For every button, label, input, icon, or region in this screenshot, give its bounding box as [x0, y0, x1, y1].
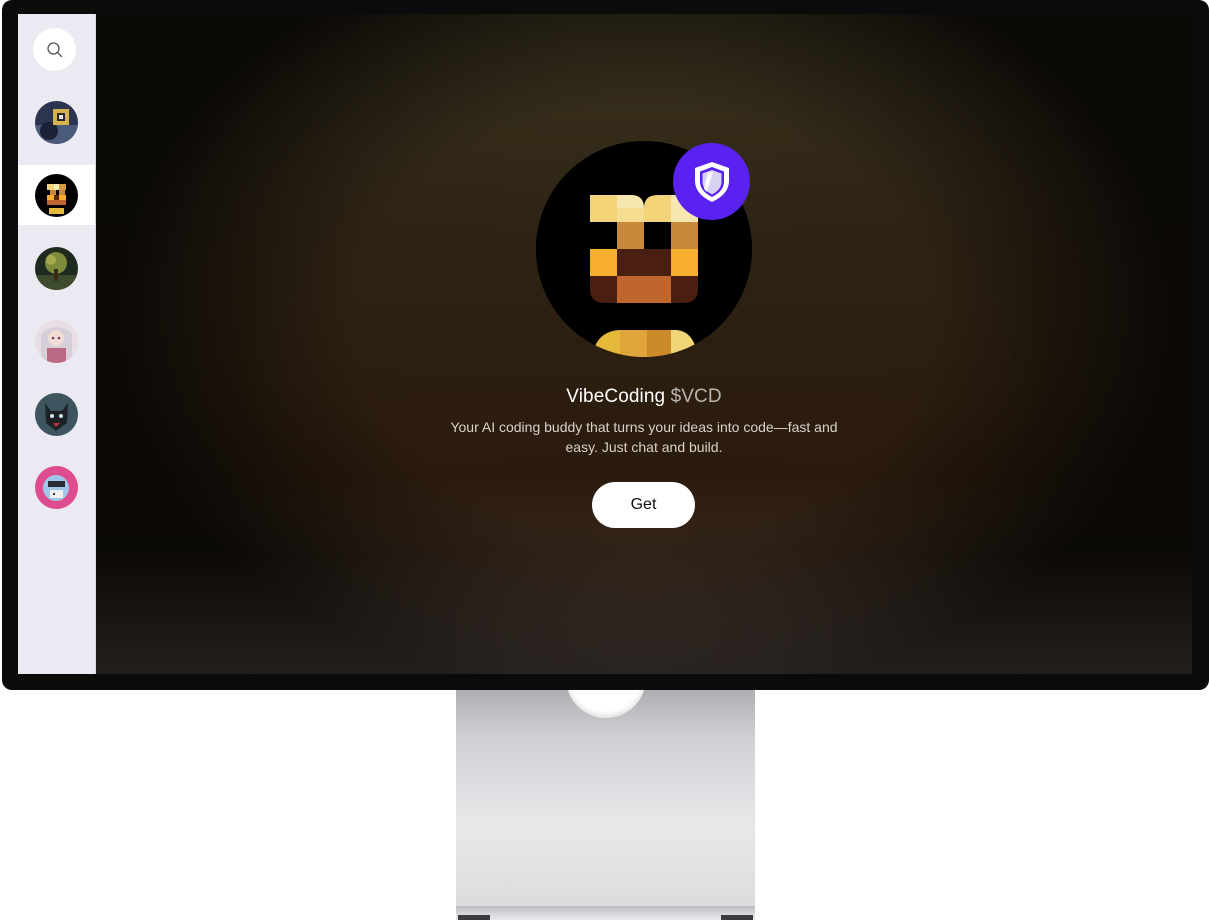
- sidebar-item-anime[interactable]: [18, 311, 95, 371]
- shield-icon: [694, 161, 729, 202]
- avatar: [35, 246, 78, 290]
- sidebar-item-tree[interactable]: [18, 238, 95, 298]
- get-button[interactable]: Get: [592, 482, 695, 528]
- sidebar-item-pink[interactable]: [18, 457, 95, 517]
- sidebar: [18, 14, 96, 674]
- avatar: [35, 465, 78, 509]
- token-name: VibeCoding: [566, 386, 666, 407]
- avatar: [35, 319, 78, 363]
- search-icon: [46, 41, 62, 57]
- stand-base: [456, 906, 755, 920]
- sidebar-item-wolf[interactable]: [18, 384, 95, 444]
- monitor-stand: [456, 664, 755, 920]
- sidebar-item-vibecoding[interactable]: [18, 165, 95, 225]
- verified-badge: [673, 143, 750, 220]
- app-screen: VibeCoding $VCD Your AI coding buddy tha…: [18, 14, 1192, 674]
- avatar: [35, 100, 78, 144]
- search-button[interactable]: [33, 28, 76, 71]
- token-title: VibeCoding $VCD: [96, 386, 1192, 408]
- avatar: [35, 173, 78, 217]
- main-panel: VibeCoding $VCD Your AI coding buddy tha…: [96, 14, 1192, 674]
- token-description: Your AI coding buddy that turns your ide…: [450, 419, 838, 455]
- avatar: [35, 392, 78, 436]
- stand-foot: [458, 915, 490, 920]
- token-ticker: $VCD: [670, 386, 722, 407]
- stand-foot: [721, 915, 753, 920]
- monitor-frame: VibeCoding $VCD Your AI coding buddy tha…: [2, 0, 1209, 690]
- sidebar-item-avatar-1[interactable]: [18, 92, 95, 152]
